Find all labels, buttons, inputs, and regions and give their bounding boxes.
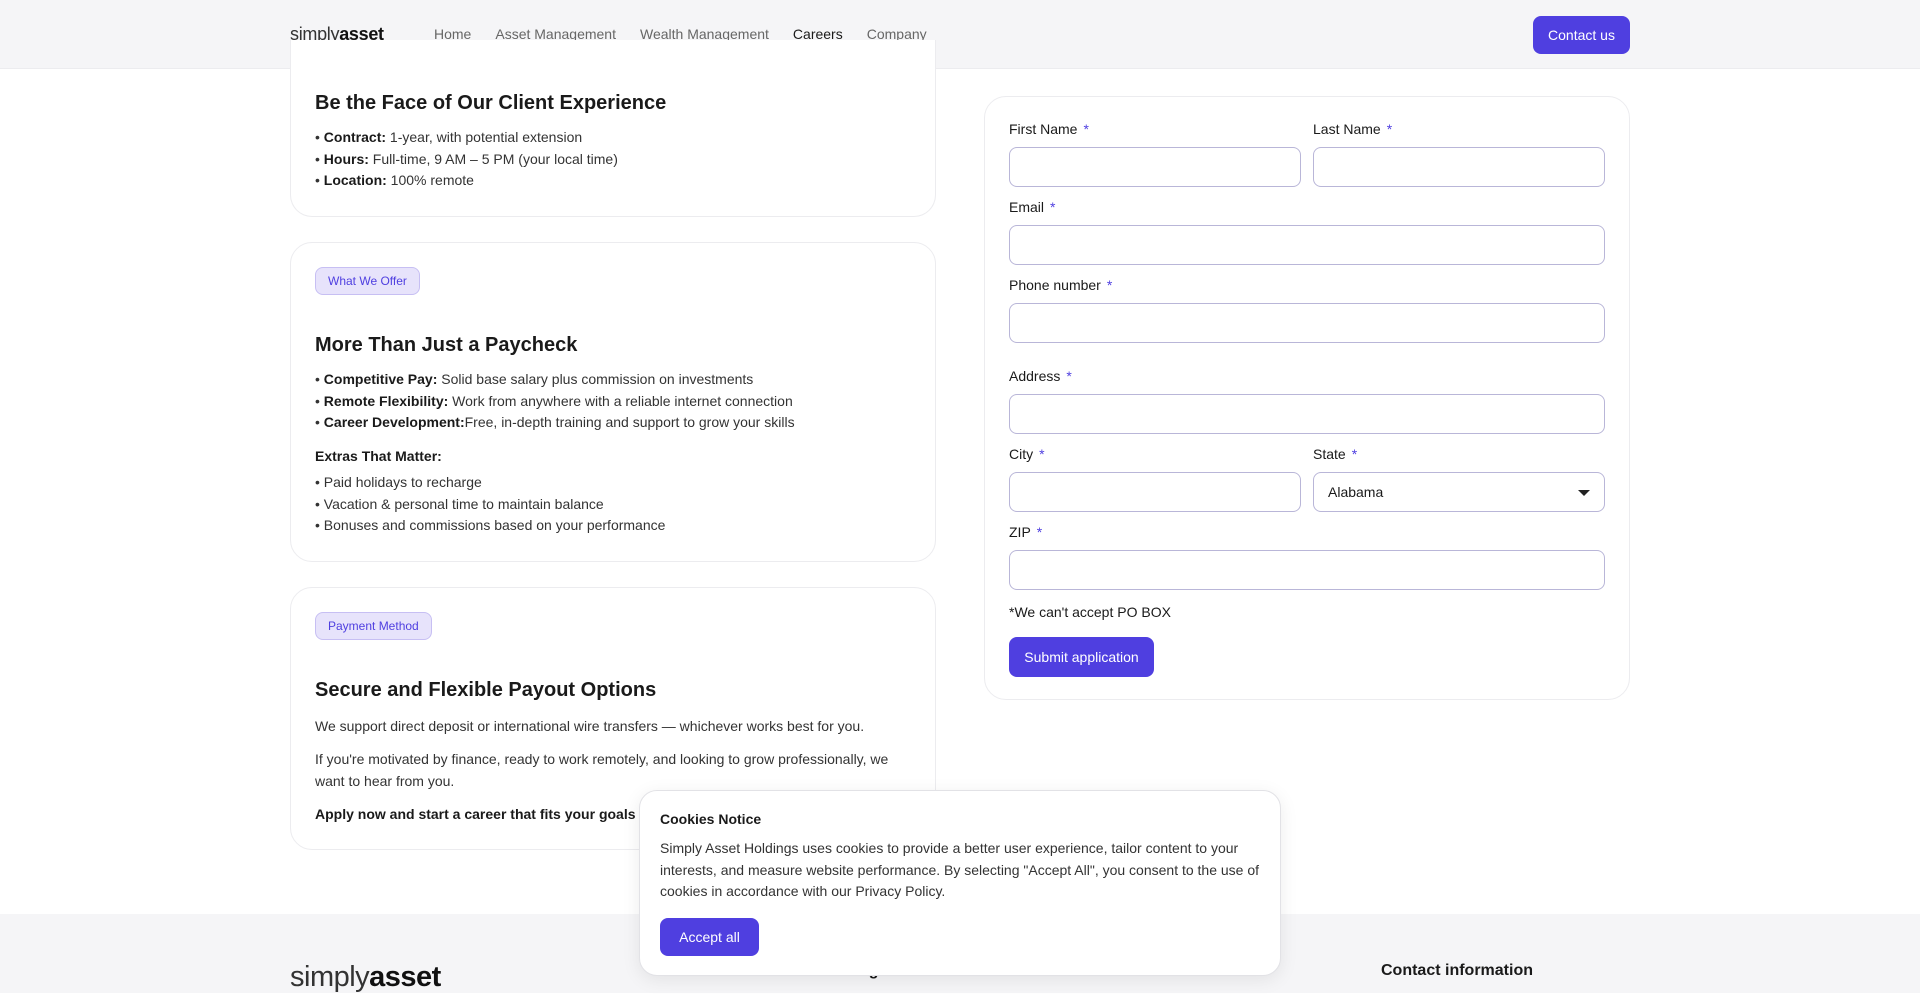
application-form: First Name * Last Name * Email * Phone numb… xyxy=(984,96,1630,700)
phone-label: Phone number * xyxy=(1009,277,1113,293)
phone-input[interactable] xyxy=(1009,303,1605,343)
email-label: Email * xyxy=(1009,199,1056,215)
state-label: State * xyxy=(1313,446,1358,462)
list-item: • Hours: Full-time, 9 AM – 5 PM (your lo… xyxy=(315,150,618,167)
footer-contact-heading: Contact information xyxy=(1381,962,1533,979)
cookie-text: Simply Asset Holdings uses cookies to pr… xyxy=(660,840,1260,899)
last-name-input[interactable] xyxy=(1313,147,1605,187)
zip-label: ZIP * xyxy=(1009,524,1043,540)
contact-us-button[interactable]: Contact us xyxy=(1533,16,1630,54)
offer-card: What We Offer More Than Just a Paycheck … xyxy=(290,242,936,562)
extras-title: Extras That Matter: xyxy=(315,448,442,464)
address-label: Address * xyxy=(1009,368,1072,384)
first-name-label: First Name * xyxy=(1009,121,1089,137)
payment-card-title: Secure and Flexible Payout Options xyxy=(315,679,657,701)
zip-input[interactable] xyxy=(1009,550,1605,590)
list-item: • Paid holidays to recharge xyxy=(315,474,482,490)
list-item: • Vacation & personal time to maintain b… xyxy=(315,495,604,512)
payment-para-1: We support direct deposit or internation… xyxy=(315,718,865,734)
top-navbar: simplyasset Home Asset Management Wealth… xyxy=(0,0,1920,69)
footer-logo[interactable]: simplyasset xyxy=(290,961,441,994)
payment-badge: Payment Method xyxy=(315,612,432,640)
offer-card-title: More Than Just a Paycheck xyxy=(315,334,578,356)
extras-list: • Paid holidays to recharge • Vacation &… xyxy=(315,472,665,537)
job-card-title: Be the Face of Our Client Experience xyxy=(315,92,667,114)
city-label: City * xyxy=(1009,446,1045,462)
accept-all-button[interactable]: Accept all xyxy=(660,918,759,956)
address-input[interactable] xyxy=(1009,394,1605,434)
state-select[interactable]: Alabama xyxy=(1313,472,1605,512)
submit-application-button[interactable]: Submit application xyxy=(1009,637,1154,677)
offer-list: • Competitive Pay: Solid base salary plu… xyxy=(315,369,795,434)
job-details-card: Be the Face of Our Client Experience • C… xyxy=(290,40,936,217)
email-input[interactable] xyxy=(1009,225,1605,265)
cookie-notice: Cookies Notice Simply Asset Holdings use… xyxy=(639,790,1281,976)
po-box-note: *We can't accept PO BOX xyxy=(1009,604,1171,620)
list-item: • Competitive Pay: Solid base salary plu… xyxy=(315,371,754,387)
chevron-down-icon xyxy=(1578,490,1590,496)
list-item: • Bonuses and commissions based on your … xyxy=(315,517,666,533)
offer-badge: What We Offer xyxy=(315,267,420,295)
list-item: • Career Development:Free, in-depth trai… xyxy=(315,414,795,430)
list-item: • Remote Flexibility: Work from anywhere… xyxy=(315,392,793,409)
list-item: • Location: 100% remote xyxy=(315,172,474,188)
list-item: • Contract: 1-year, with potential exten… xyxy=(315,129,583,145)
last-name-label: Last Name * xyxy=(1313,121,1393,137)
city-input[interactable] xyxy=(1009,472,1301,512)
first-name-input[interactable] xyxy=(1009,147,1301,187)
job-details-list: • Contract: 1-year, with potential exten… xyxy=(315,127,618,192)
payment-para-2: If you're motivated by finance, ready to… xyxy=(315,751,889,789)
cookie-title: Cookies Notice xyxy=(660,811,762,827)
